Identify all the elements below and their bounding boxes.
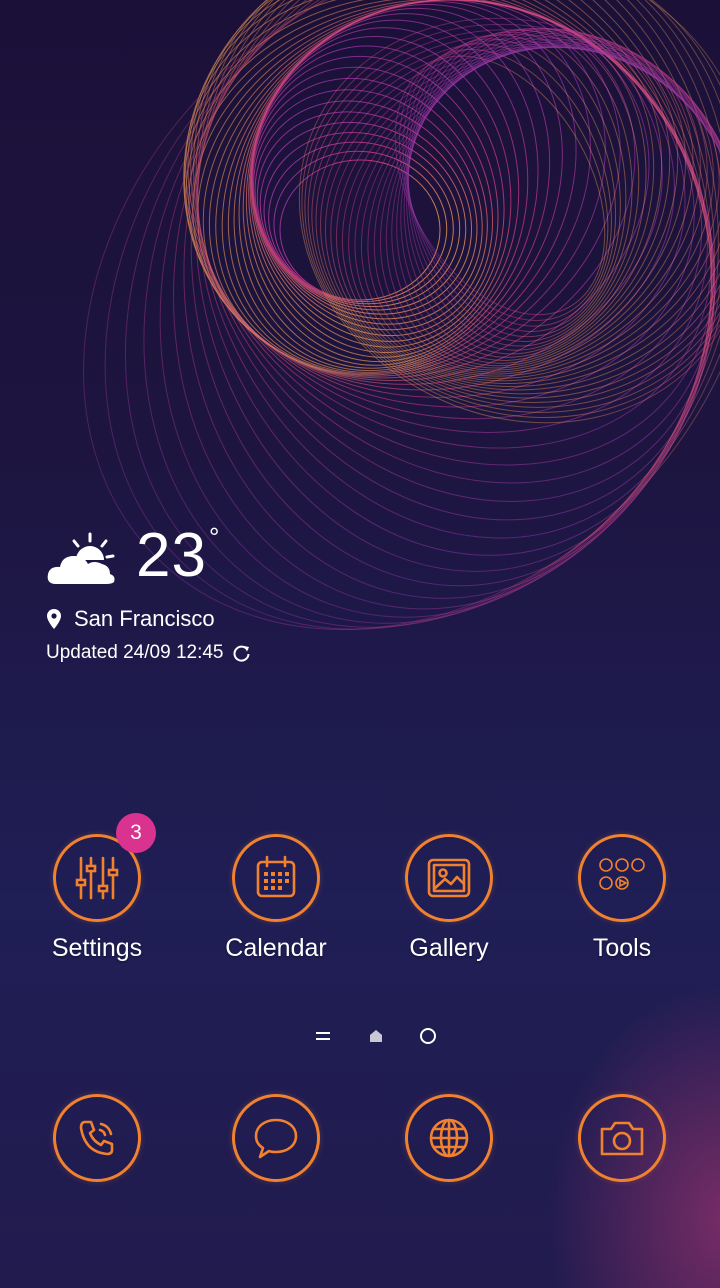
- message-icon: [254, 1118, 298, 1159]
- image-icon: [427, 858, 471, 898]
- camera-icon: [600, 1121, 644, 1156]
- app-label: Gallery: [409, 934, 489, 962]
- phone-icon: [79, 1120, 114, 1156]
- refresh-icon[interactable]: [233, 644, 251, 662]
- location: San Francisco: [46, 606, 251, 632]
- app-tools-folder[interactable]: Tools: [542, 834, 702, 963]
- dock-camera[interactable]: [542, 1094, 702, 1182]
- page-indicators: [0, 1022, 720, 1050]
- globe-icon: [429, 1118, 469, 1158]
- page-dot[interactable]: [419, 1027, 437, 1045]
- wallpaper-spiral: [83, 0, 720, 630]
- notification-badge: 3: [116, 813, 156, 853]
- app-calendar[interactable]: Calendar: [196, 834, 356, 963]
- menu-indicator[interactable]: [315, 1030, 331, 1042]
- dock-phone[interactable]: [17, 1094, 177, 1182]
- degree-unit: °: [208, 522, 220, 552]
- calendar-icon: [256, 855, 296, 898]
- app-label: Calendar: [225, 934, 327, 962]
- app-settings[interactable]: 3 Settings: [17, 813, 177, 963]
- location-pin-icon: [47, 609, 61, 629]
- app-gallery[interactable]: Gallery: [369, 834, 529, 963]
- dock-messages[interactable]: [196, 1094, 356, 1182]
- folder-icons-group: [599, 858, 645, 890]
- home-indicator[interactable]: [368, 1028, 384, 1044]
- weather-widget[interactable]: 23 ° San Francisco Updated 24/09 12:45: [46, 520, 251, 664]
- dock-browser[interactable]: [369, 1094, 529, 1182]
- sliders-icon: [75, 856, 119, 900]
- app-label: Settings: [51, 934, 143, 962]
- temperature: 23: [136, 521, 207, 590]
- weather-updated: Updated 24/09 12:45: [46, 642, 251, 664]
- updated-text: Updated 24/09 12:45: [46, 642, 224, 663]
- location-name: San Francisco: [74, 606, 215, 631]
- app-label: Tools: [592, 934, 652, 962]
- partly-sunny-icon: [47, 532, 115, 584]
